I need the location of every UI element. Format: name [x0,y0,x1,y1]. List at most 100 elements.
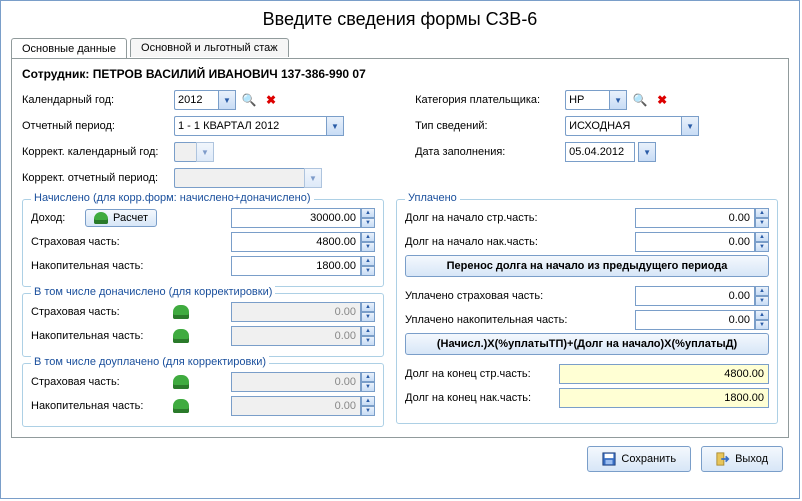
type-dropdown[interactable]: ▼ [681,116,699,136]
magnifier-icon[interactable]: 🔍 [240,91,258,109]
spin-up: ▲ [361,396,375,406]
donach-strah-label: Страховая часть: [31,306,169,318]
korr-period-dropdown: ▼ [304,168,322,188]
employee-line: Сотрудник: ПЕТРОВ ВАСИЛИЙ ИВАНОВИЧ 137-3… [22,67,778,81]
nach-nak-label: Накопительная часть: [31,260,169,272]
formula-button[interactable]: (Начисл.)X(%уплатыТП)+(Долг на начало)X(… [405,333,769,355]
nach-strah-label: Страховая часть: [31,236,169,248]
date-label: Дата заполнения: [415,146,565,158]
cat-label: Категория плательщика: [415,94,565,106]
period-input[interactable] [174,116,326,136]
korr-year-dropdown: ▼ [196,142,214,162]
korr-year-input [174,142,196,162]
year-input[interactable] [174,90,218,110]
type-input[interactable] [565,116,681,136]
spin-down[interactable]: ▼ [361,242,375,252]
spin-down: ▼ [361,382,375,392]
spin-down[interactable]: ▼ [755,296,769,306]
exit-icon [716,452,730,466]
calc-button[interactable]: Расчет [85,209,157,227]
doupl-nak-input [231,396,361,416]
money-icon [173,375,189,389]
transfer-debt-button[interactable]: Перенос долга на начало из предыдущего п… [405,255,769,277]
dolg-end-strah-value [559,364,769,384]
cat-input[interactable] [565,90,609,110]
korr-period-input [174,168,304,188]
spin-down[interactable]: ▼ [755,242,769,252]
group-douplacheno: В том числе доуплачено (для корректировк… [22,363,384,427]
dolg-start-strah-label: Долг на начало стр.часть: [405,212,583,224]
calc-button-label: Расчет [113,212,148,224]
doupl-strah-input [231,372,361,392]
dolg-end-nak-value [559,388,769,408]
period-label: Отчетный период: [22,120,174,132]
group-nachisleno: Начислено (для корр.форм: начислено+дона… [22,199,384,287]
spin-down: ▼ [361,312,375,322]
save-icon [602,452,616,466]
nach-nak-input[interactable] [231,256,361,276]
legend-douplacheno: В том числе доуплачено (для корректировк… [31,356,269,368]
spin-up[interactable]: ▲ [361,232,375,242]
nach-strah-input[interactable] [231,232,361,252]
year-label: Календарный год: [22,94,174,106]
spin-down[interactable]: ▼ [755,218,769,228]
donach-strah-input [231,302,361,322]
clear-icon[interactable]: ✖ [653,91,671,109]
dolg-end-nak-label: Долг на конец нак.часть: [405,392,555,404]
dolg-start-strah-input[interactable] [635,208,755,228]
date-input[interactable] [565,142,635,162]
magnifier-icon[interactable]: 🔍 [631,91,649,109]
save-button[interactable]: Сохранить [587,446,691,472]
korr-period-label: Коррект. отчетный период: [22,172,174,184]
spin-up[interactable]: ▲ [361,256,375,266]
legend-donachisleno: В том числе доначислено (для корректиров… [31,286,275,298]
type-label: Тип сведений: [415,120,565,132]
tab-main[interactable]: Основные данные [11,38,127,58]
spin-up: ▲ [361,326,375,336]
employee-label: Сотрудник: [22,67,89,81]
spin-up[interactable]: ▲ [755,286,769,296]
money-icon [94,212,108,224]
dolg-end-strah-label: Долг на конец стр.часть: [405,368,555,380]
exit-button-label: Выход [735,453,768,465]
group-uplacheno: Уплачено Долг на начало стр.часть: ▲▼ До… [396,199,778,424]
spin-up: ▲ [361,372,375,382]
doupl-strah-label: Страховая часть: [31,376,169,388]
date-dropdown[interactable]: ▼ [638,142,656,162]
dolg-start-nak-label: Долг на начало нак.часть: [405,236,583,248]
doupl-nak-label: Накопительная часть: [31,400,169,412]
group-donachisleno: В том числе доначислено (для корректиров… [22,293,384,357]
dohod-input[interactable] [231,208,361,228]
tab-panel-main: Сотрудник: ПЕТРОВ ВАСИЛИЙ ИВАНОВИЧ 137-3… [11,58,789,438]
spin-down[interactable]: ▼ [755,320,769,330]
upl-nak-label: Уплачено накопительная часть: [405,314,583,326]
upl-nak-input[interactable] [635,310,755,330]
upl-strah-label: Уплачено страховая часть: [405,290,583,302]
donach-nak-label: Накопительная часть: [31,330,169,342]
cat-dropdown[interactable]: ▼ [609,90,627,110]
spin-up[interactable]: ▲ [755,232,769,242]
spin-down[interactable]: ▼ [361,266,375,276]
window-title: Введите сведения формы СЗВ-6 [1,1,799,36]
save-button-label: Сохранить [621,453,676,465]
spin-up[interactable]: ▲ [361,208,375,218]
dohod-label: Доход: [31,212,81,224]
money-icon [173,399,189,413]
spin-up[interactable]: ▲ [755,208,769,218]
spin-up[interactable]: ▲ [755,310,769,320]
year-dropdown[interactable]: ▼ [218,90,236,110]
spin-down: ▼ [361,406,375,416]
dolg-start-nak-input[interactable] [635,232,755,252]
spin-up: ▲ [361,302,375,312]
upl-strah-input[interactable] [635,286,755,306]
exit-button[interactable]: Выход [701,446,783,472]
tab-stazh[interactable]: Основной и льготный стаж [130,38,289,57]
legend-uplacheno: Уплачено [405,192,460,204]
korr-year-label: Коррект. календарный год: [22,146,174,158]
spin-down[interactable]: ▼ [361,218,375,228]
clear-icon[interactable]: ✖ [262,91,280,109]
money-icon [173,329,189,343]
period-dropdown[interactable]: ▼ [326,116,344,136]
donach-nak-input [231,326,361,346]
legend-nachisleno: Начислено (для корр.форм: начислено+дона… [31,192,314,204]
